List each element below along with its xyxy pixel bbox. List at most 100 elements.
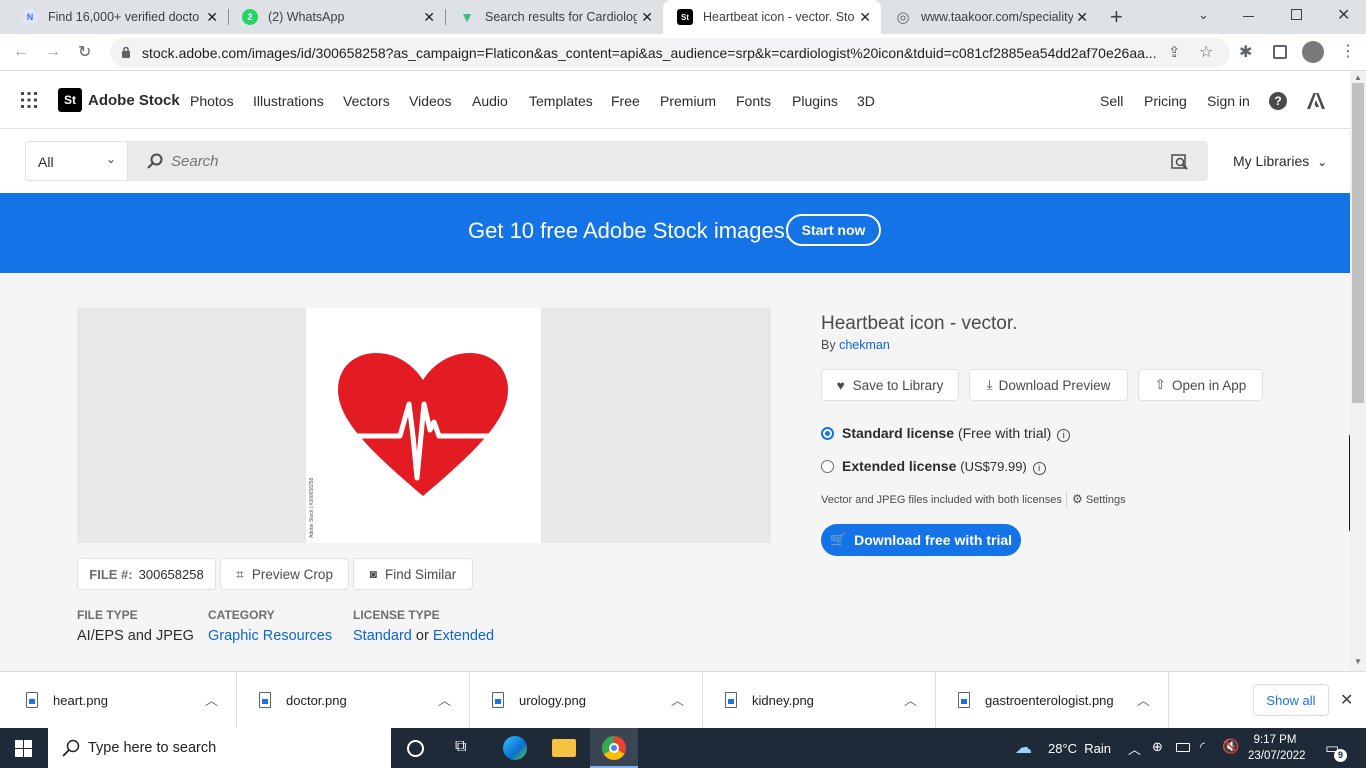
file-explorer-icon[interactable] xyxy=(552,739,576,757)
preview-crop-button[interactable]: ⌗ Preview Crop xyxy=(220,558,349,590)
nav-pricing[interactable]: Pricing xyxy=(1144,93,1187,109)
nav-videos[interactable]: Videos xyxy=(409,93,452,109)
taskbar-search-box[interactable]: Type here to search xyxy=(48,728,391,768)
share-icon[interactable]: ⇪ xyxy=(1168,43,1181,61)
save-to-library-button[interactable]: ♥ Save to Library xyxy=(821,369,959,401)
start-now-button[interactable]: Start now xyxy=(786,214,881,246)
nav-audio[interactable]: Audio xyxy=(472,93,508,109)
chevron-up-icon[interactable]: ︿ xyxy=(1137,690,1150,709)
extended-license-link[interactable]: Extended xyxy=(433,628,494,644)
standard-license-label[interactable]: Standard license (Free with trial) i xyxy=(842,425,1071,442)
menu-kebab-icon[interactable]: ⋮ xyxy=(1340,41,1356,61)
standard-license-radio[interactable] xyxy=(821,427,834,440)
asset-preview-image[interactable]: Adobe Stock | #300658258 xyxy=(306,308,541,543)
chevron-up-icon[interactable]: ︿ xyxy=(1128,739,1141,758)
page-scrollbar[interactable]: ▲ ▼ xyxy=(1350,71,1366,671)
author-link[interactable]: chekman xyxy=(839,338,890,352)
close-icon[interactable]: ✕ xyxy=(641,9,653,26)
my-libraries-button[interactable]: My Libraries ⌄ xyxy=(1233,153,1327,169)
preview-area[interactable]: Adobe Stock | #300658258 xyxy=(77,308,771,543)
extended-license-radio[interactable] xyxy=(821,460,834,473)
close-icon[interactable]: ✕ xyxy=(206,9,218,26)
settings-button[interactable]: ⚙ Settings xyxy=(1072,492,1126,506)
volume-muted-icon[interactable]: 🔇 xyxy=(1222,738,1239,755)
battery-icon[interactable] xyxy=(1176,743,1190,752)
chevron-up-icon[interactable]: ︿ xyxy=(671,690,684,709)
restore-button[interactable] xyxy=(1291,9,1302,20)
tab-doctors[interactable]: N Find 16,000+ verified doctors ✕ xyxy=(8,0,228,34)
nav-sign-in[interactable]: Sign in xyxy=(1207,93,1250,109)
chevron-up-icon[interactable]: ︿ xyxy=(438,690,451,709)
adobe-stock-logo-badge[interactable]: St xyxy=(58,88,82,112)
profile-avatar[interactable] xyxy=(1302,41,1324,63)
close-icon[interactable]: ✕ xyxy=(1340,690,1353,710)
side-panel-icon[interactable] xyxy=(1273,45,1287,59)
extended-license-label[interactable]: Extended license (US$79.99) i xyxy=(842,458,1046,475)
app-grid-icon[interactable] xyxy=(20,91,38,109)
close-icon[interactable]: ✕ xyxy=(423,9,435,26)
download-item[interactable]: urology.png ︿ xyxy=(470,672,703,729)
help-icon[interactable]: ? xyxy=(1269,92,1287,110)
nav-vectors[interactable]: Vectors xyxy=(343,93,390,109)
nav-premium[interactable]: Premium xyxy=(660,93,716,109)
nav-templates[interactable]: Templates xyxy=(529,93,593,109)
window-close-button[interactable]: ✕ xyxy=(1337,5,1350,25)
address-bar[interactable]: stock.adobe.com/images/id/300658258?as_c… xyxy=(110,38,1230,67)
back-icon[interactable]: ← xyxy=(13,43,29,61)
scrollbar-thumb[interactable] xyxy=(1352,83,1364,403)
network-device-icon[interactable]: ⊕ xyxy=(1152,739,1163,755)
cortana-icon[interactable] xyxy=(407,740,424,757)
new-tab-button[interactable]: + xyxy=(1110,4,1123,30)
open-in-app-button[interactable]: ⇧ Open in App xyxy=(1138,369,1263,401)
nav-3d[interactable]: 3D xyxy=(857,93,875,109)
weather-rain-icon[interactable]: ☁ xyxy=(1015,738,1032,758)
minimize-button[interactable] xyxy=(1243,16,1254,17)
adobe-logo-icon[interactable] xyxy=(1307,93,1325,109)
nav-fonts[interactable]: Fonts xyxy=(736,93,771,109)
show-all-button[interactable]: Show all xyxy=(1253,684,1329,716)
download-item[interactable]: heart.png ︿ xyxy=(4,672,237,729)
forward-icon[interactable]: → xyxy=(45,43,61,61)
search-type-dropdown[interactable]: All ⌄ xyxy=(25,141,128,181)
tab-adobe-stock[interactable]: St Heartbeat icon - vector. Stock ✕ xyxy=(663,0,881,34)
cart-icon: 🛒 xyxy=(829,532,847,547)
chrome-taskbar-button[interactable] xyxy=(590,728,638,768)
scroll-down-icon[interactable]: ▼ xyxy=(1354,657,1362,666)
reload-icon[interactable]: ↻ xyxy=(78,42,91,62)
nav-sell[interactable]: Sell xyxy=(1100,93,1123,109)
bookmark-star-icon[interactable]: ☆ xyxy=(1199,42,1213,62)
chevron-up-icon[interactable]: ︿ xyxy=(904,690,917,709)
close-icon[interactable]: ✕ xyxy=(1076,9,1088,26)
nav-free[interactable]: Free xyxy=(611,93,640,109)
find-similar-button[interactable]: ◙ Find Similar xyxy=(353,558,473,590)
close-icon[interactable]: ✕ xyxy=(859,9,871,26)
chevron-up-icon[interactable]: ︿ xyxy=(205,690,218,709)
tab-search-chevron-icon[interactable]: ⌄ xyxy=(1198,7,1209,23)
adobe-stock-logo-text[interactable]: Adobe Stock xyxy=(88,92,180,109)
nav-photos[interactable]: Photos xyxy=(190,93,234,109)
tab-taakoor[interactable]: ◎ www.taakoor.com/specialityc ✕ xyxy=(881,0,1098,34)
edge-icon[interactable] xyxy=(503,736,527,760)
info-icon[interactable]: i xyxy=(1057,429,1071,442)
task-view-icon[interactable]: ⧉ xyxy=(455,738,466,756)
extensions-icon[interactable]: ✱ xyxy=(1239,42,1252,62)
tab-whatsapp[interactable]: 2 (2) WhatsApp ✕ xyxy=(228,0,445,34)
clock[interactable]: 9:17 PM 23/07/2022 xyxy=(1248,732,1306,764)
download-item[interactable]: kidney.png ︿ xyxy=(703,672,936,729)
nav-plugins[interactable]: Plugins xyxy=(792,93,838,109)
nav-illustrations[interactable]: Illustrations xyxy=(253,93,324,109)
standard-license-link[interactable]: Standard xyxy=(353,628,412,644)
weather-text[interactable]: 28°C Rain xyxy=(1048,741,1111,756)
scroll-up-icon[interactable]: ▲ xyxy=(1354,73,1362,82)
info-icon[interactable]: i xyxy=(1032,462,1046,475)
category-link[interactable]: Graphic Resources xyxy=(208,628,332,644)
download-preview-button[interactable]: ⤓ Download Preview xyxy=(969,369,1128,401)
search-input[interactable] xyxy=(171,149,1151,173)
wifi-icon[interactable]: ◜ xyxy=(1200,739,1205,755)
windows-start-icon[interactable] xyxy=(15,740,32,757)
tab-cardiologist-search[interactable]: ▼ Search results for Cardiologist ✕ xyxy=(445,0,663,34)
visual-search-icon[interactable] xyxy=(1171,152,1189,170)
download-item[interactable]: gastroenterologist.png ︿ xyxy=(936,672,1169,729)
download-item[interactable]: doctor.png ︿ xyxy=(237,672,470,729)
download-free-trial-button[interactable]: 🛒 Download free with trial xyxy=(821,524,1021,556)
